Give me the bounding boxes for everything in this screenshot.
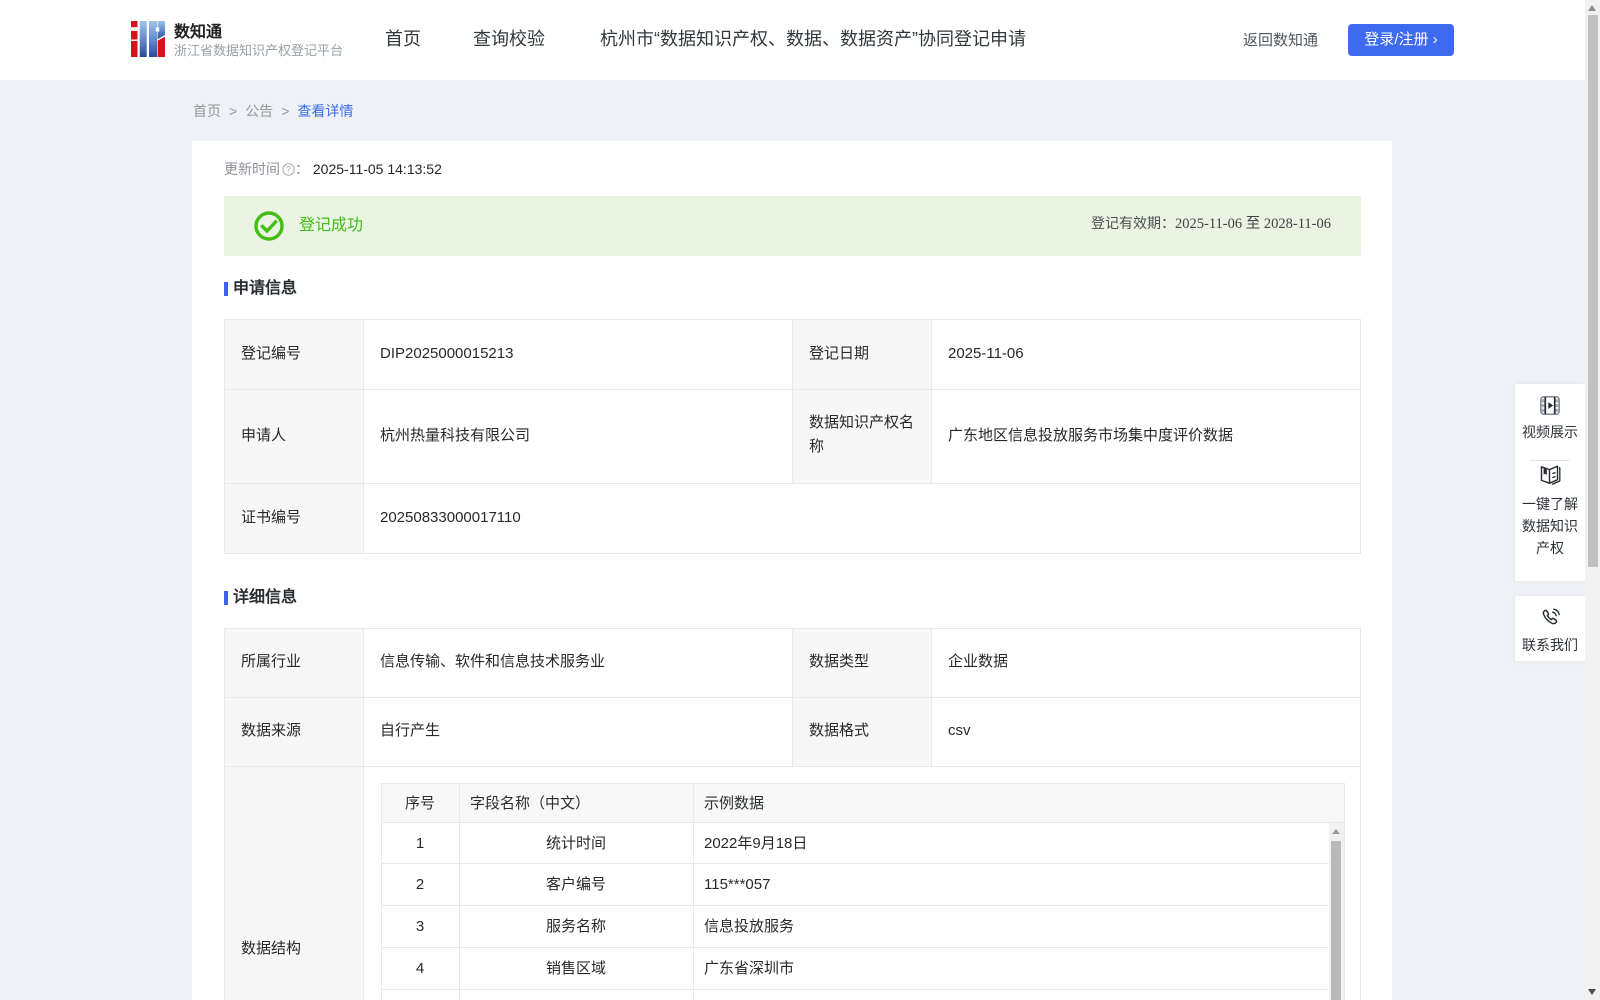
svg-text:?: ?	[286, 165, 291, 175]
